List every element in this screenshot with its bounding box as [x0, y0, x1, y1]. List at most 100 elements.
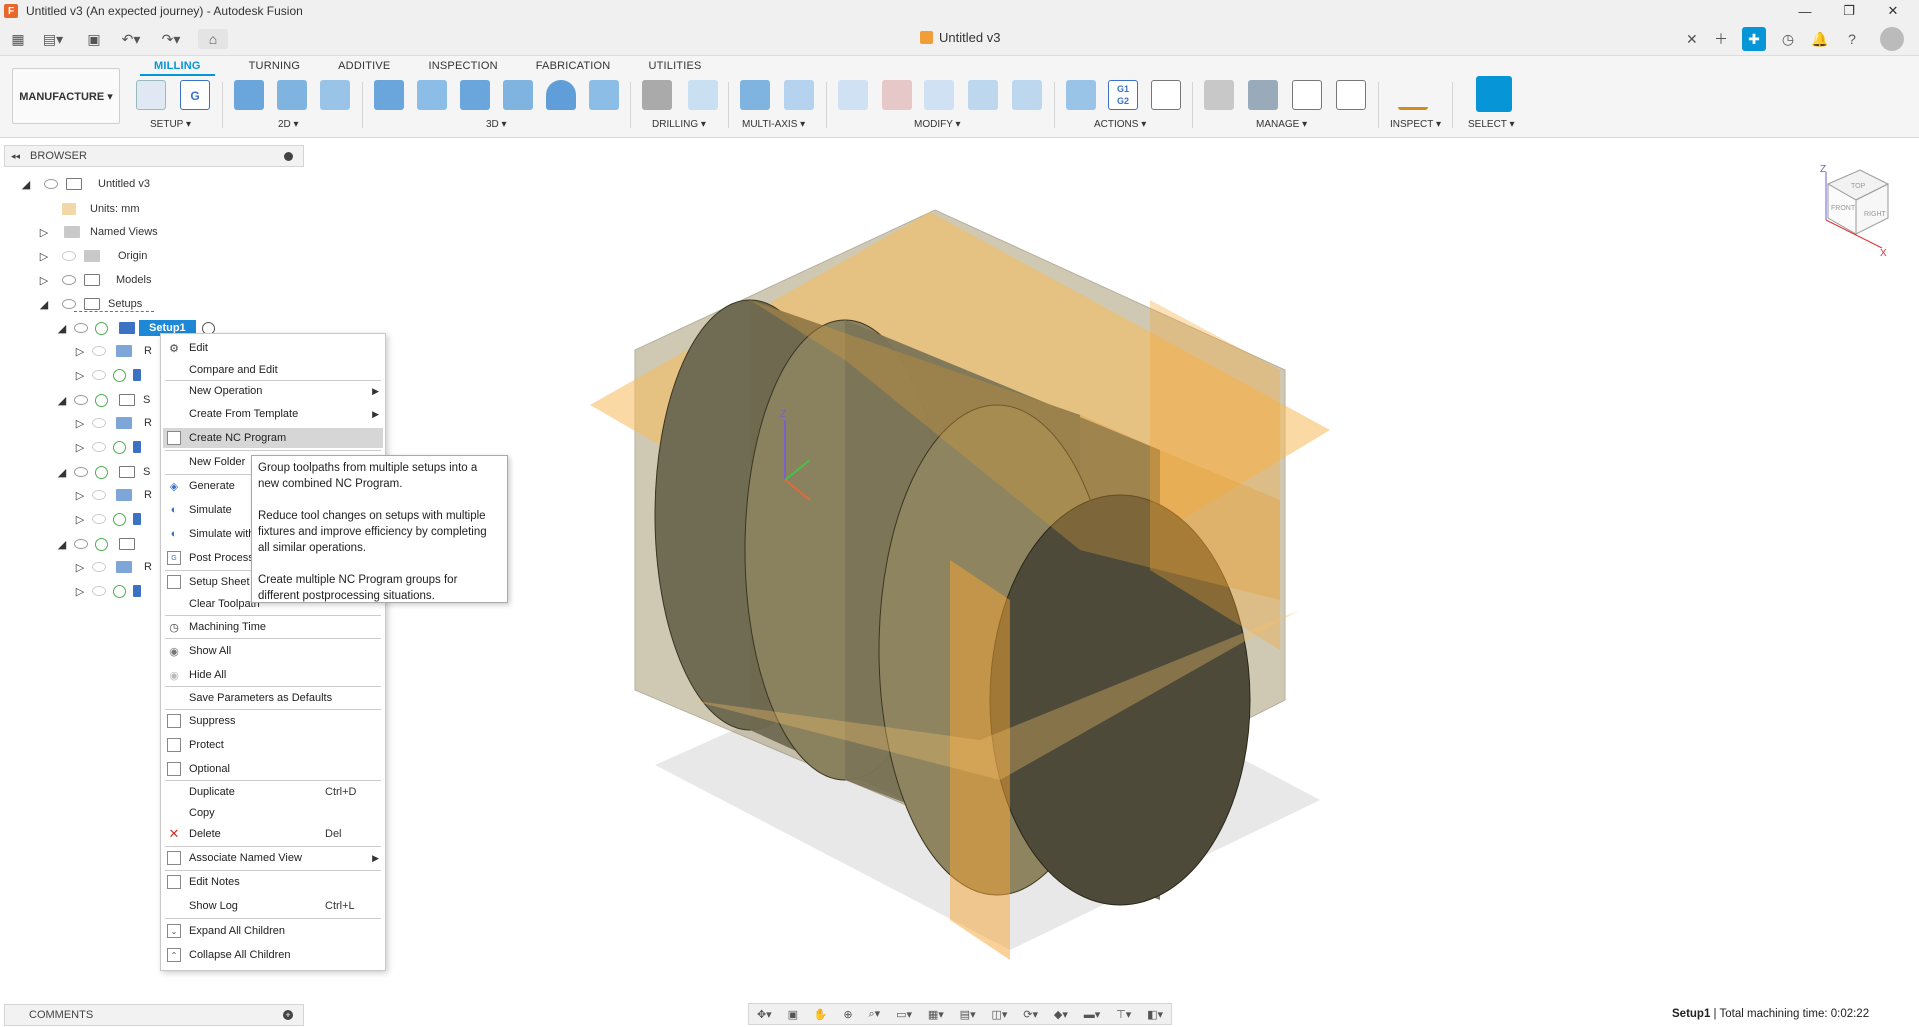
grid-icon[interactable]: ▦▾: [928, 1008, 944, 1021]
expand-triangle-icon[interactable]: ▷: [74, 513, 86, 526]
menu-item-show-all[interactable]: ◉ Show All: [163, 641, 383, 661]
add-comment-icon[interactable]: +: [283, 1010, 293, 1020]
maximize-button[interactable]: ❐: [1826, 0, 1872, 22]
tree-op-row[interactable]: ▷: [74, 581, 145, 601]
simulate-icon[interactable]: [1066, 80, 1096, 110]
menu-item-machining-time[interactable]: ◷ Machining Time: [163, 617, 383, 637]
menu-item-protect[interactable]: Protect: [163, 735, 383, 755]
tree-units[interactable]: Units: mm: [58, 199, 140, 219]
3d-pocket-icon[interactable]: [417, 80, 447, 110]
visibility-eye-icon[interactable]: [62, 275, 76, 285]
drill-icon[interactable]: [642, 80, 672, 110]
visibility-eye-icon[interactable]: [62, 251, 76, 261]
tool-library-icon[interactable]: [1204, 80, 1234, 110]
expand-triangle-icon[interactable]: ▷: [74, 489, 86, 502]
group-modify[interactable]: MODIFY ▾: [914, 119, 961, 130]
delete-passes-icon[interactable]: [882, 80, 912, 110]
menu-item-hide-all[interactable]: ◉ Hide All: [163, 665, 383, 685]
swarf-icon[interactable]: [740, 80, 770, 110]
suppress-checkbox[interactable]: [167, 714, 181, 728]
multi-axis-contour-icon[interactable]: [784, 80, 814, 110]
machine-library-icon[interactable]: [1248, 80, 1278, 110]
tool-display-icon[interactable]: ⊤▾: [1116, 1008, 1131, 1021]
visibility-eye-icon[interactable]: [92, 514, 106, 524]
expand-triangle-icon[interactable]: ▷: [74, 369, 86, 382]
app-grid-icon[interactable]: ▦: [8, 29, 28, 49]
visibility-eye-icon[interactable]: [62, 299, 76, 309]
tab-fabrication[interactable]: FABRICATION: [522, 58, 625, 76]
visibility-eye-icon[interactable]: [92, 586, 106, 596]
redo-icon[interactable]: ↷▾: [156, 29, 186, 49]
group-inspect[interactable]: INSPECT ▾: [1390, 119, 1441, 130]
group-3d[interactable]: 3D ▾: [486, 119, 507, 130]
menu-item-compare-edit[interactable]: Compare and Edit: [163, 360, 383, 380]
tab-utilities[interactable]: UTILITIES: [634, 58, 715, 76]
collapse-triangle-icon[interactable]: ◢: [56, 538, 68, 551]
tree-setup-row[interactable]: ◢: [56, 534, 139, 554]
tree-op-row[interactable]: ▷ R: [74, 413, 152, 433]
home-icon[interactable]: ⌂: [198, 29, 228, 49]
tab-additive[interactable]: ADDITIVE: [324, 58, 404, 76]
visibility-eye-icon[interactable]: [74, 323, 88, 333]
setup-display-icon[interactable]: ▬▾: [1084, 1008, 1101, 1021]
steep-shallow-icon[interactable]: [460, 80, 490, 110]
close-window-button[interactable]: ✕: [1870, 0, 1916, 22]
visibility-eye-icon[interactable]: [44, 179, 58, 189]
stock-display-icon[interactable]: ◫▾: [991, 1008, 1007, 1021]
post-library-icon[interactable]: [1292, 80, 1322, 110]
orbit-icon[interactable]: ✥▾: [757, 1008, 772, 1021]
new-setup-icon[interactable]: G: [180, 80, 210, 110]
undo-icon[interactable]: ↶▾: [116, 29, 146, 49]
save-icon[interactable]: ▣: [84, 29, 104, 49]
visibility-eye-icon[interactable]: [92, 346, 106, 356]
select-icon[interactable]: [1476, 76, 1512, 112]
group-drilling[interactable]: DRILLING ▾: [652, 119, 706, 130]
2d-adaptive-icon[interactable]: [234, 80, 264, 110]
move-icon[interactable]: [924, 80, 954, 110]
fixture-display-icon[interactable]: ◧▾: [1147, 1008, 1163, 1021]
new-tab-icon[interactable]: ＋: [1709, 27, 1733, 51]
tree-origin[interactable]: ▷ Origin: [38, 246, 147, 266]
zoom-icon[interactable]: ⊕: [843, 1008, 852, 1021]
contour-icon[interactable]: [589, 80, 619, 110]
radial-icon[interactable]: [546, 80, 576, 110]
menu-item-associate-named-view[interactable]: Associate Named View ▶: [163, 848, 383, 868]
tree-op-row[interactable]: ▷: [74, 509, 145, 529]
protect-checkbox[interactable]: [167, 738, 181, 752]
menu-item-copy[interactable]: Copy: [163, 803, 383, 823]
expand-triangle-icon[interactable]: ▷: [38, 274, 50, 287]
expand-triangle-icon[interactable]: ▷: [74, 585, 86, 598]
job-status-icon[interactable]: ◷: [1776, 27, 1800, 51]
fit-icon[interactable]: ⌕▾: [869, 1007, 881, 1021]
comments-panel[interactable]: COMMENTS +: [4, 1004, 304, 1026]
tree-models[interactable]: ▷ Models: [38, 270, 151, 290]
visibility-eye-icon[interactable]: [92, 370, 106, 380]
edit-feed-icon[interactable]: [968, 80, 998, 110]
visibility-eye-icon[interactable]: [74, 539, 88, 549]
collapse-triangle-icon[interactable]: ◢: [20, 178, 32, 191]
expand-triangle-icon[interactable]: ▷: [74, 561, 86, 574]
document-tab[interactable]: Untitled v3: [920, 30, 1000, 45]
menu-item-duplicate[interactable]: Duplicate Ctrl+D: [163, 782, 383, 802]
visibility-eye-icon[interactable]: [92, 418, 106, 428]
viewport-model[interactable]: Z: [560, 180, 1360, 960]
workspace-switcher[interactable]: MANUFACTURE ▾: [12, 68, 120, 124]
collapse-triangle-icon[interactable]: ◢: [56, 322, 68, 335]
group-manage[interactable]: MANAGE ▾: [1256, 119, 1307, 130]
tree-op-row[interactable]: ▷ R: [74, 557, 152, 577]
look-at-icon[interactable]: ▣: [788, 1008, 798, 1021]
menu-item-expand-all[interactable]: ⌄ Expand All Children: [163, 921, 383, 941]
tab-milling[interactable]: MILLING: [140, 58, 215, 76]
tree-op-row[interactable]: ▷ R: [74, 341, 152, 361]
menu-item-suppress[interactable]: Suppress: [163, 711, 383, 731]
notifications-icon[interactable]: 🔔: [1808, 27, 1832, 51]
setup-sheet-icon[interactable]: [1151, 80, 1181, 110]
tree-op-row[interactable]: ▷: [74, 365, 145, 385]
collapse-browser-icon[interactable]: ◂◂: [11, 151, 20, 162]
trim-icon[interactable]: [838, 80, 868, 110]
tree-setup-row[interactable]: ◢ S: [56, 390, 150, 410]
menu-item-create-nc-program[interactable]: Create NC Program: [163, 428, 383, 448]
visibility-eye-icon[interactable]: [92, 442, 106, 452]
help-icon[interactable]: ?: [1840, 27, 1864, 51]
menu-item-save-defaults[interactable]: Save Parameters as Defaults: [163, 688, 383, 708]
